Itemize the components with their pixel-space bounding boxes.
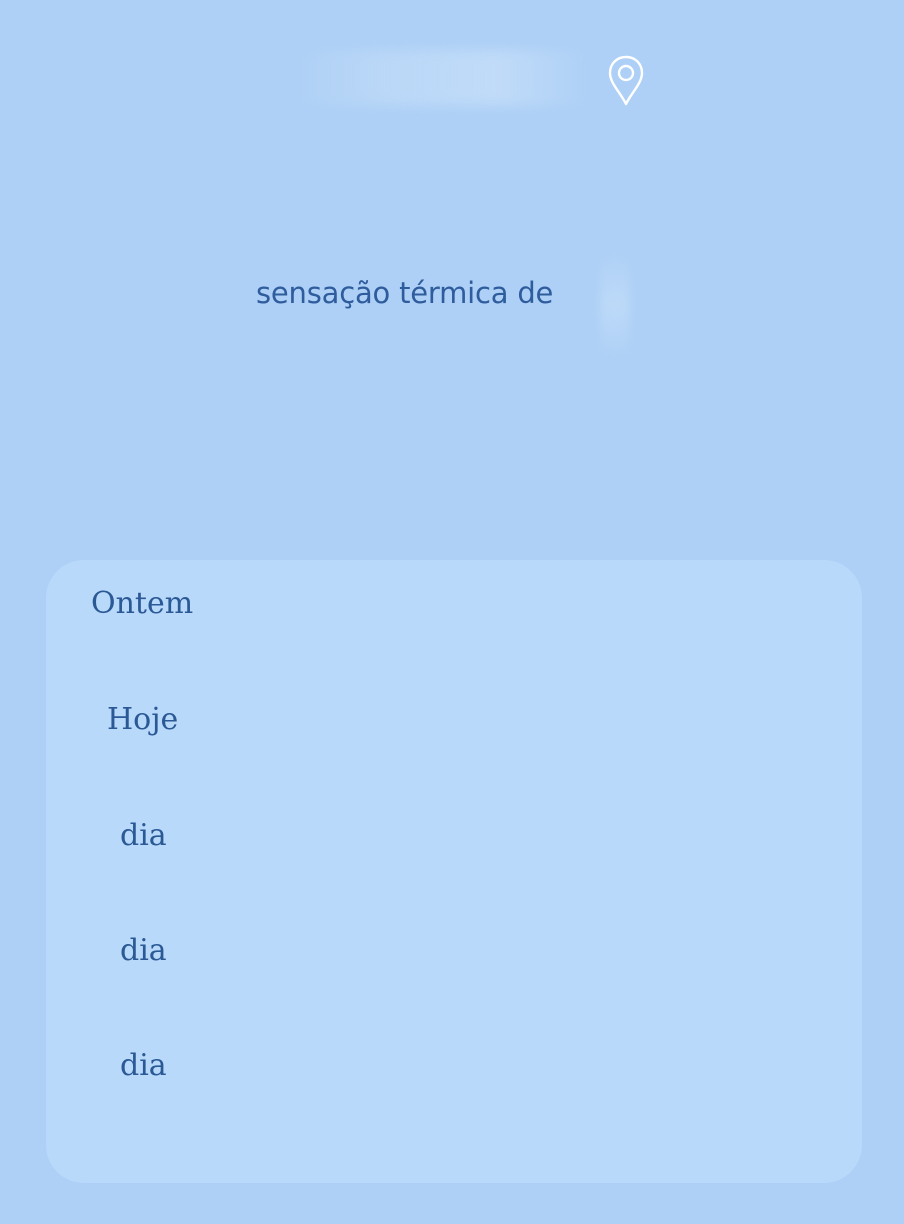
day-label: Hoje [107,702,179,737]
day-label: dia [120,933,167,968]
location-name-blurred [290,50,590,106]
day-label: dia [120,818,167,853]
forecast-row[interactable]: Hoje [46,698,862,758]
forecast-row[interactable]: Ontem [46,582,862,642]
day-label: Ontem [91,586,194,621]
feels-like-value-blurred [600,250,630,360]
location-header [0,40,904,120]
feels-like-label: sensação térmica de [256,276,554,310]
day-label: dia [120,1048,167,1083]
map-pin-icon[interactable] [604,54,648,108]
forecast-row[interactable]: dia [46,1044,862,1104]
forecast-card: Ontem Hoje dia dia dia [46,560,862,1183]
forecast-row[interactable]: dia [46,929,862,989]
forecast-row[interactable]: dia [46,814,862,874]
